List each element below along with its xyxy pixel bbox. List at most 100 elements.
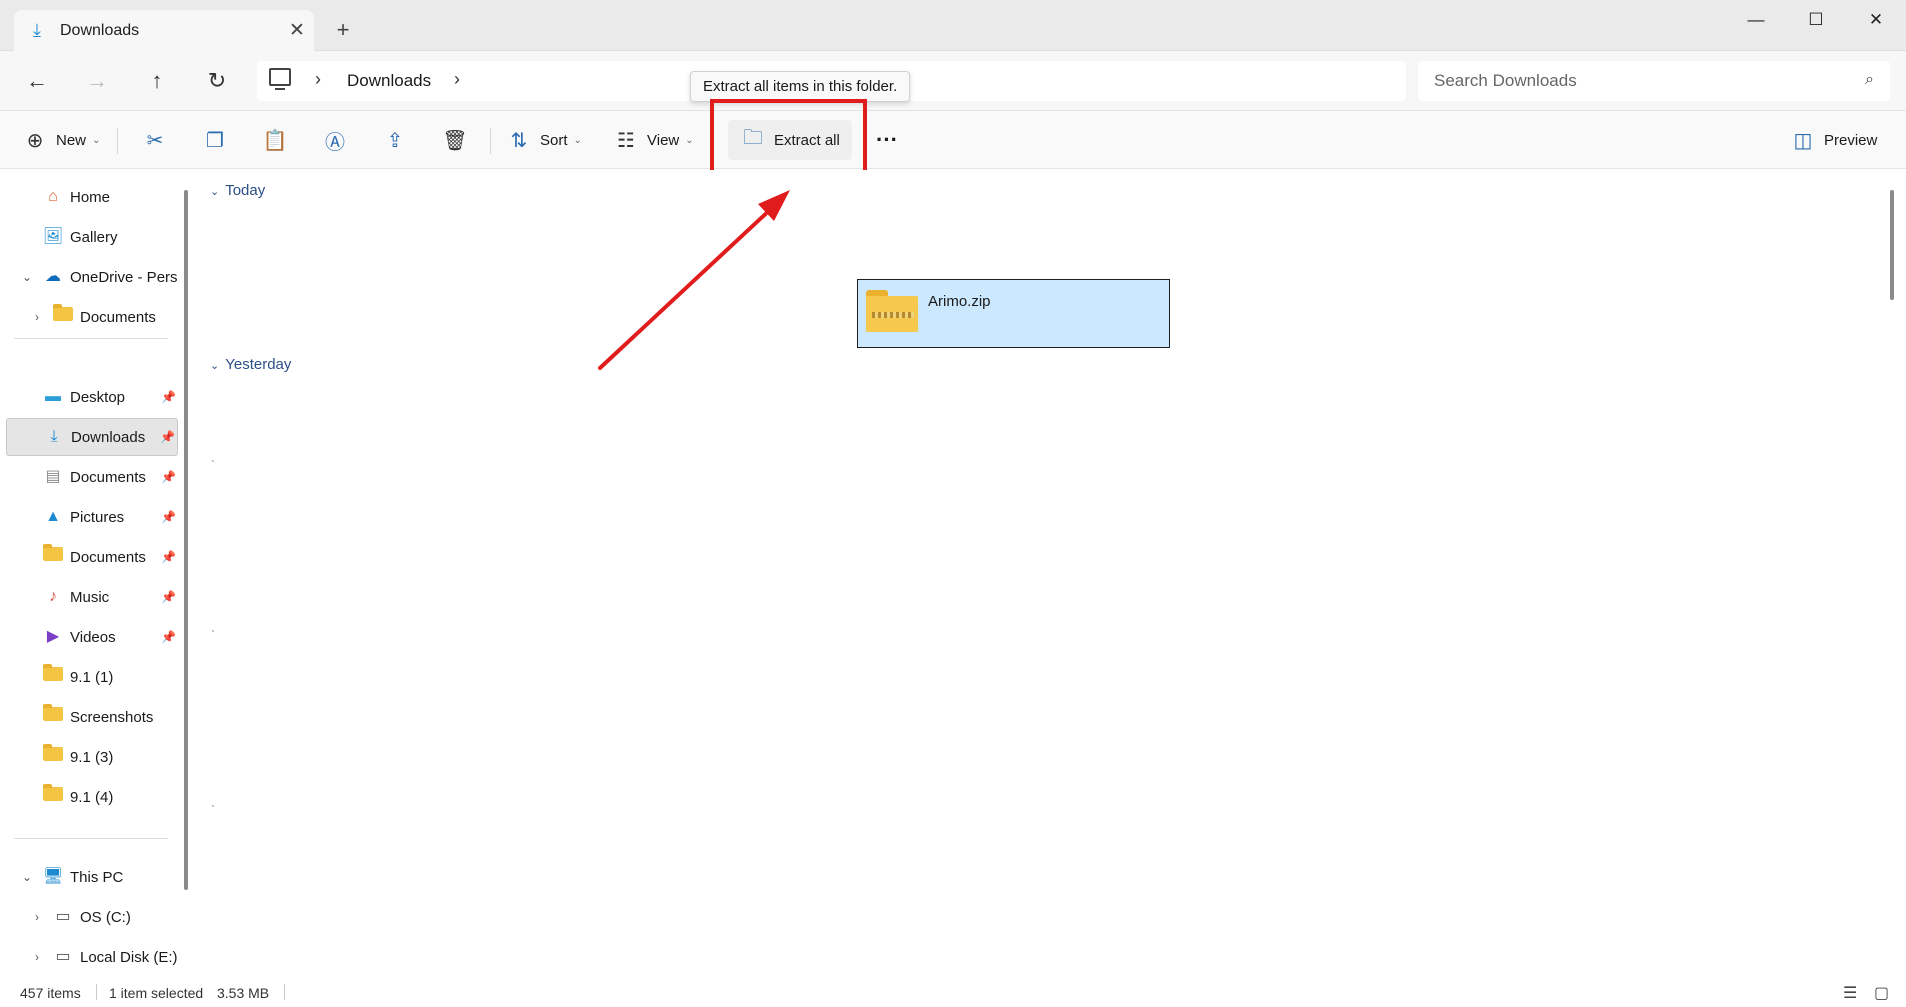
group-collapse-mark: ` (211, 628, 215, 642)
toolbar-divider (117, 128, 118, 154)
trash-icon: 🗑 (442, 129, 468, 152)
onedrive-perso-icon: ☁ (45, 268, 61, 285)
pictures-icon: ▲ (45, 508, 61, 525)
folder-icon-shape (43, 744, 63, 761)
sidebar-item-pictures[interactable]: ▲ Pictures 📌 (6, 498, 178, 536)
sidebar-item-documents[interactable]: Documents 📌 (6, 538, 178, 576)
folder-icon (42, 744, 64, 767)
back-button[interactable]: ← (17, 63, 57, 99)
sidebar-item-label: This PC (70, 868, 124, 886)
tab-downloads[interactable]: ⤓ Downloads ✕ (14, 10, 314, 51)
sidebar-item-documents[interactable]: ▤ Documents 📌 (6, 458, 178, 496)
folder-icon-shape (43, 664, 63, 681)
chevron-right-icon[interactable]: › (28, 950, 46, 964)
chevron-down-icon: ⌄ (685, 134, 694, 146)
pin-icon[interactable]: 📌 (161, 550, 176, 564)
sidebar-item-documents[interactable]: › Documents (6, 298, 178, 336)
search-input[interactable] (1418, 61, 1848, 101)
sidebar-item-label: Pictures (70, 508, 125, 526)
sidebar-scrollbar[interactable] (184, 190, 188, 890)
pin-icon[interactable]: 📌 (161, 590, 176, 604)
details-view-icon[interactable]: ☰ (1843, 983, 1857, 1003)
sidebar-item-local-disk-e[interactable]: › ▭ Local Disk (E:) (6, 938, 178, 976)
tiles-view-icon[interactable]: ▢ (1874, 983, 1889, 1003)
preview-button[interactable]: ◫ Preview (1790, 120, 1878, 160)
sidebar-item-9-1-4[interactable]: 9.1 (4) (6, 778, 178, 816)
breadcrumb-chevron-trailing[interactable]: › (454, 69, 460, 90)
pin-icon[interactable]: 📌 (160, 430, 175, 444)
new-label: New (56, 131, 87, 149)
sidebar-item-gallery[interactable]: 🖼 Gallery (6, 218, 178, 256)
view-label: View (647, 131, 680, 149)
videos-icon: ▶ (46, 628, 60, 645)
minimize-button[interactable]: — (1726, 0, 1786, 40)
cut-button[interactable]: ✂ (142, 120, 168, 160)
copy-button[interactable]: ❐ (202, 120, 228, 160)
refresh-button[interactable]: ↻ (197, 63, 237, 99)
rename-icon: Ⓐ (325, 131, 345, 154)
pin-icon[interactable]: 📌 (161, 510, 176, 524)
pin-icon[interactable]: 📌 (161, 390, 176, 404)
extract-all-tooltip: Extract all items in this folder. (690, 71, 911, 102)
home-icon: ⌂ (48, 188, 58, 205)
sidebar-item-videos[interactable]: ▶ Videos 📌 (6, 618, 178, 656)
new-button[interactable]: ⊕ New ⌄ (22, 120, 101, 160)
maximize-button[interactable]: ☐ (1786, 0, 1846, 40)
folder-icon (42, 664, 64, 687)
sort-button[interactable]: ⇅ Sort ⌄ (506, 120, 582, 160)
folder-icon (42, 704, 64, 727)
rename-button[interactable]: Ⓐ (322, 120, 348, 160)
sidebar-item-label: 9.1 (3) (70, 748, 114, 766)
folder-icon (52, 304, 74, 327)
selection-size: 3.53 MB (217, 985, 270, 1001)
chevron-down-icon[interactable]: ⌄ (18, 270, 36, 284)
sidebar-item-onedrive-perso[interactable]: ⌄ ☁ OneDrive - Perso (6, 258, 178, 296)
search-box[interactable]: ⌕ (1418, 61, 1890, 101)
file-list: ⌄ Today Arimo.zip ⌄ Yesterday ` ` ` (196, 170, 1894, 978)
this-pc-icon[interactable] (269, 68, 291, 86)
paste-button[interactable]: 📋 (262, 120, 288, 160)
sidebar-item-home[interactable]: ⌂ Home (6, 178, 178, 216)
folder-icon-shape (43, 704, 63, 721)
view-button[interactable]: ☷ View ⌄ (613, 120, 694, 160)
search-icon[interactable]: ⌕ (1865, 71, 1874, 89)
delete-button[interactable]: 🗑 (442, 120, 468, 160)
forward-button[interactable]: → (77, 63, 117, 99)
share-icon: ⇪ (386, 129, 404, 152)
music-icon: ♪ (49, 588, 57, 605)
sidebar-item-9-1-1[interactable]: 9.1 (1) (6, 658, 178, 696)
file-explorer-window: ⤓ Downloads ✕ + — ☐ ✕ ← → ↑ ↻ › Download… (0, 0, 1906, 1007)
chevron-down-icon: ⌄ (210, 360, 220, 372)
more-options-button[interactable]: ··· (876, 120, 898, 160)
sidebar-item-os-c[interactable]: › ▭ OS (C:) (6, 898, 178, 936)
close-window-button[interactable]: ✕ (1846, 0, 1906, 40)
close-tab-icon[interactable]: ✕ (280, 19, 314, 42)
sidebar-item-music[interactable]: ♪ Music 📌 (6, 578, 178, 616)
breadcrumb-downloads[interactable]: Downloads (347, 71, 431, 91)
group-header-yesterday[interactable]: ⌄ Yesterday (210, 356, 291, 373)
folder-icon (42, 784, 64, 807)
address-row: ← → ↑ ↻ › Downloads › ⌕ (0, 51, 1906, 111)
download-icon: ⤓ (33, 20, 41, 40)
new-tab-button[interactable]: + (328, 15, 358, 45)
sidebar-item-desktop[interactable]: ▬ Desktop 📌 (6, 378, 178, 416)
breadcrumb-chevron[interactable]: › (315, 69, 321, 90)
sidebar-item-9-1-3[interactable]: 9.1 (3) (6, 738, 178, 776)
share-button[interactable]: ⇪ (382, 120, 408, 160)
sidebar-item-downloads[interactable]: ⤓ Downloads 📌 (6, 418, 178, 456)
up-button[interactable]: ↑ (137, 63, 177, 99)
file-item-arimo-zip[interactable]: Arimo.zip (857, 279, 1170, 348)
sidebar-item-label: Screenshots (70, 708, 154, 726)
sidebar-item-screenshots[interactable]: Screenshots (6, 698, 178, 736)
group-header-today[interactable]: ⌄ Today (210, 182, 265, 199)
content-scrollbar[interactable] (1890, 190, 1894, 300)
chevron-right-icon[interactable]: › (28, 910, 46, 924)
chevron-right-icon[interactable]: › (28, 310, 46, 324)
pin-icon[interactable]: 📌 (161, 630, 176, 644)
pin-icon[interactable]: 📌 (161, 470, 176, 484)
chevron-down-icon[interactable]: ⌄ (18, 870, 36, 884)
group-collapse-mark: ` (211, 803, 215, 817)
sidebar-item-label: Downloads (71, 428, 146, 446)
sidebar-item-this-pc[interactable]: ⌄ 🖥 This PC (6, 858, 178, 896)
sidebar-item-label: Desktop (70, 388, 126, 406)
